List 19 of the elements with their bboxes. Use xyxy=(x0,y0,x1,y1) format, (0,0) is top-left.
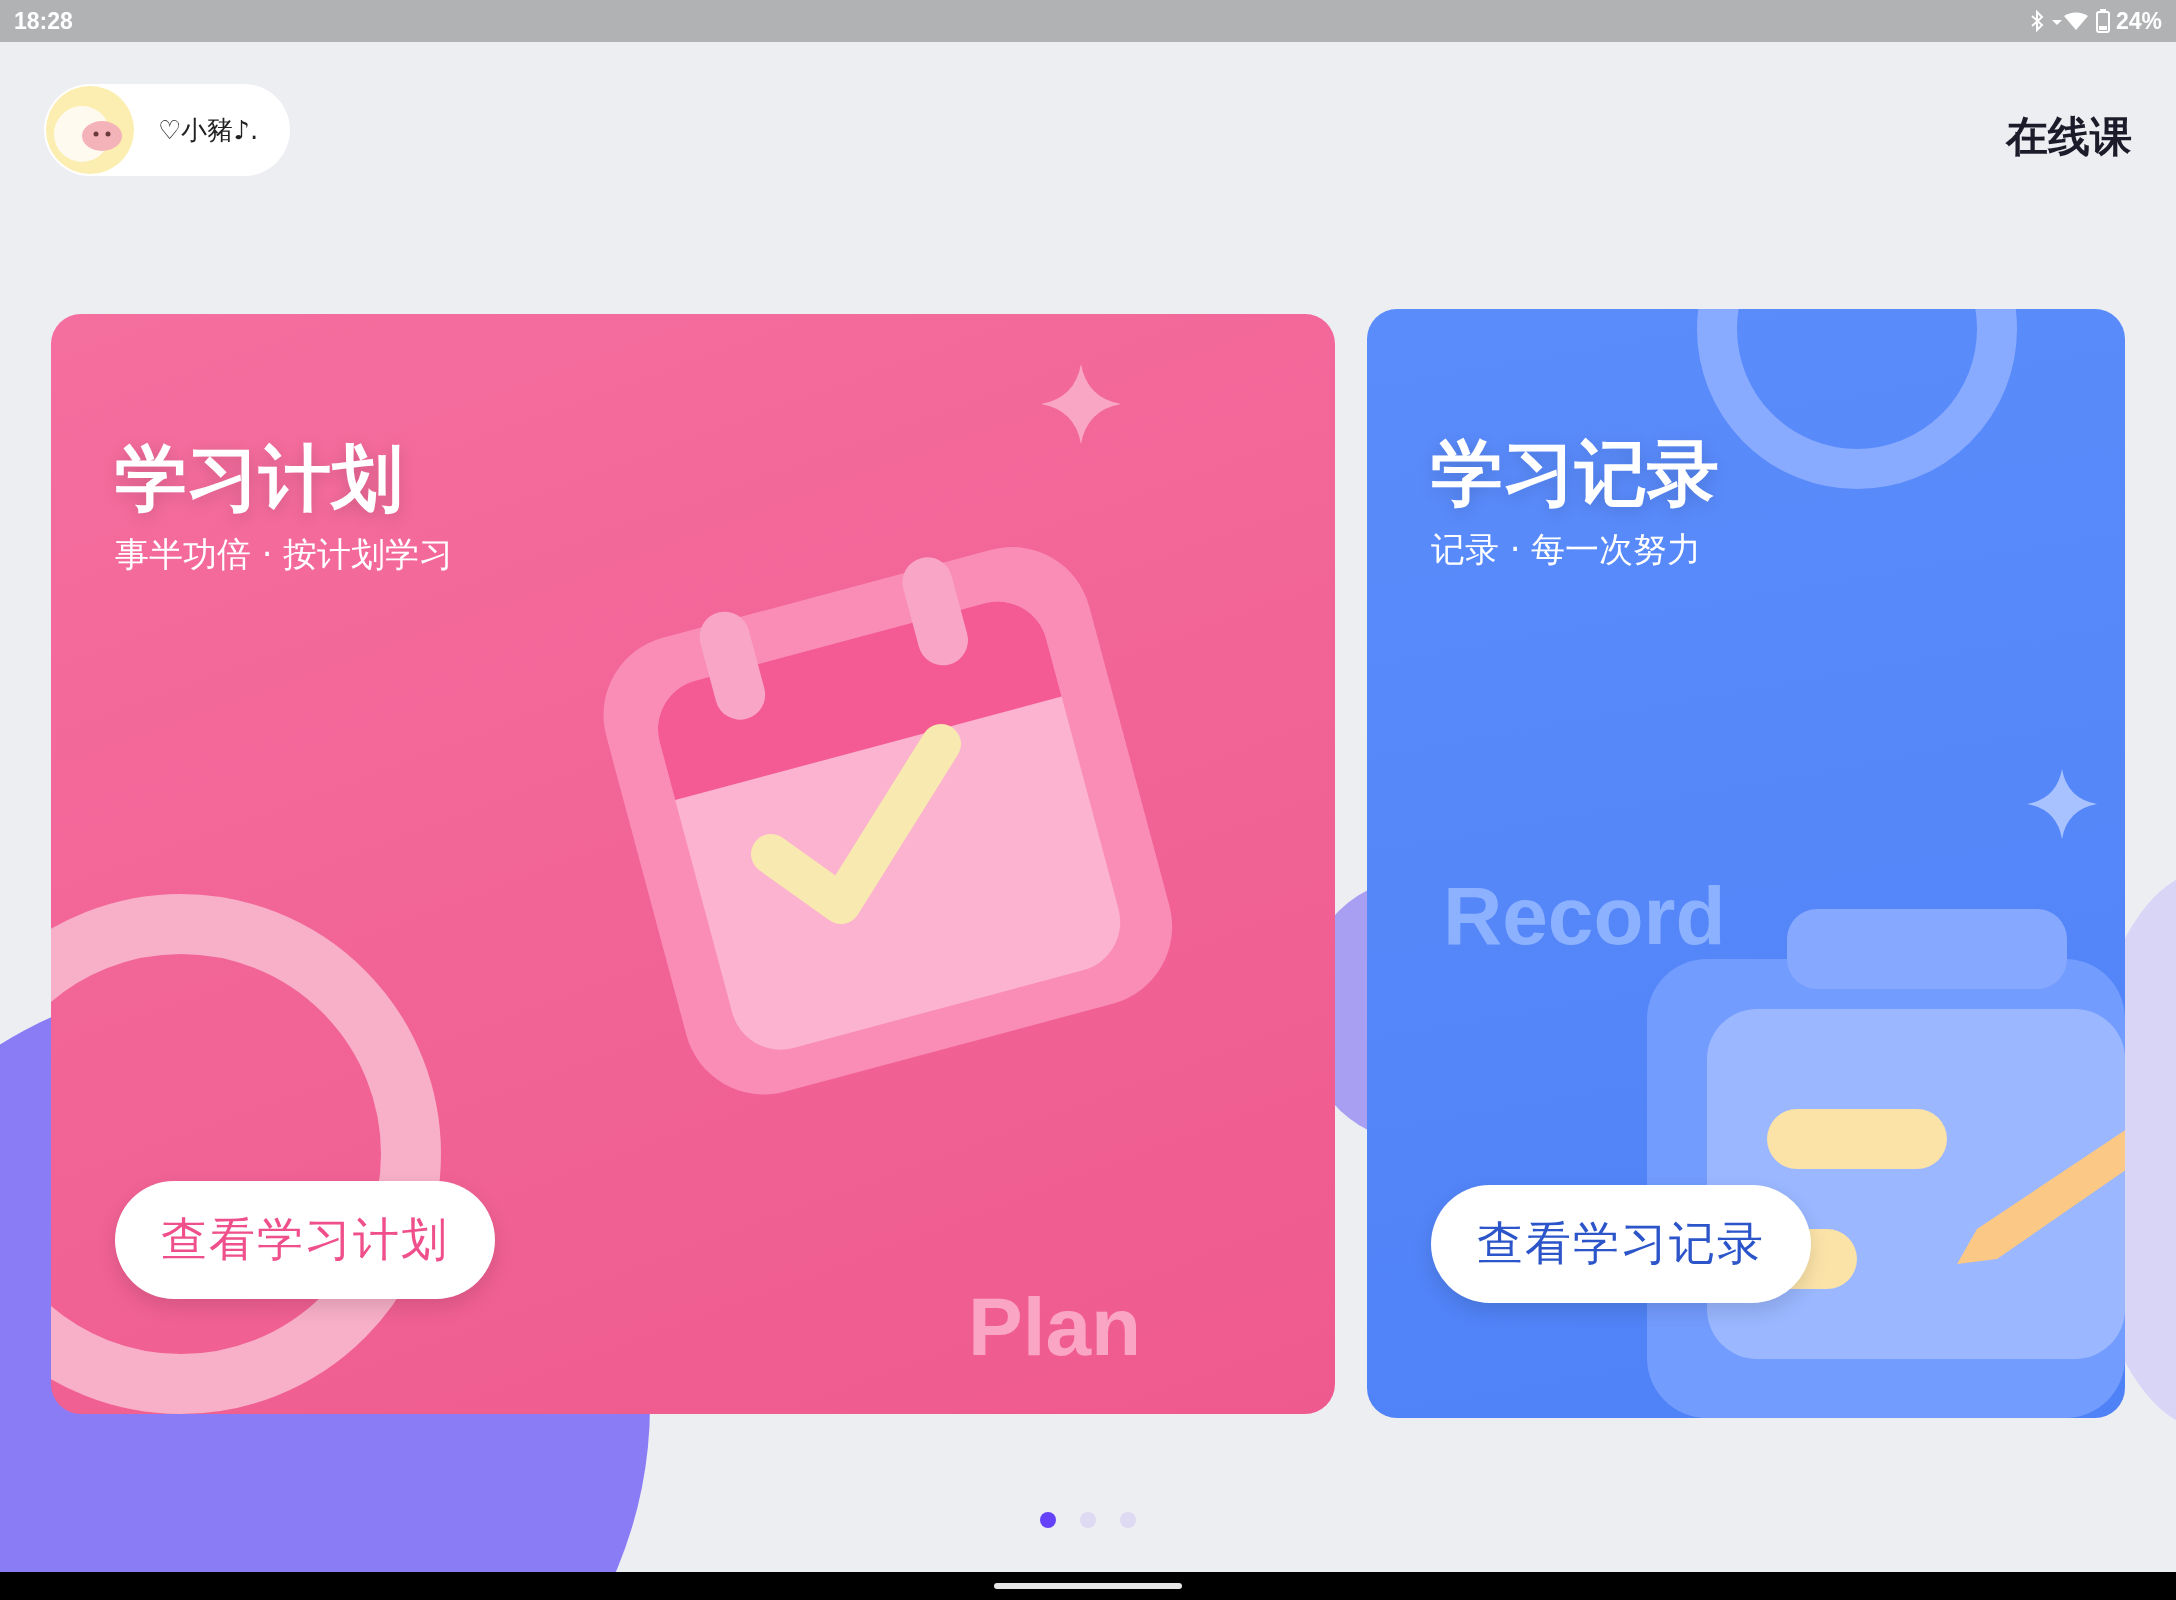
battery-icon xyxy=(2095,9,2110,33)
page-dot[interactable] xyxy=(1040,1512,1056,1528)
sparkle-icon xyxy=(2027,769,2097,839)
avatar-icon xyxy=(46,86,134,174)
card-watermark: Record xyxy=(1443,869,1726,963)
card-subtitle: 事半功倍 · 按计划学习 xyxy=(115,532,454,576)
home-indicator[interactable] xyxy=(994,1583,1182,1589)
card-subtitle: 记录 · 每一次努力 xyxy=(1431,528,1702,572)
card-title: 学习计划 xyxy=(115,438,403,518)
sparkle-icon xyxy=(1041,363,1121,444)
user-profile-chip[interactable]: ♡小豬♪. xyxy=(44,84,290,176)
card-title: 学习记录 xyxy=(1431,434,1719,514)
view-button[interactable]: 查看学习计划 xyxy=(115,1180,495,1299)
page-title: 在线课 xyxy=(2006,111,2132,163)
bluetooth-icon xyxy=(2029,10,2044,32)
view-button[interactable]: 查看学习记录 xyxy=(1431,1185,1811,1303)
clock-time: 18:28 xyxy=(14,7,73,35)
card-watermark: Plan xyxy=(968,1279,1142,1374)
battery-percent: 24% xyxy=(2115,7,2162,35)
